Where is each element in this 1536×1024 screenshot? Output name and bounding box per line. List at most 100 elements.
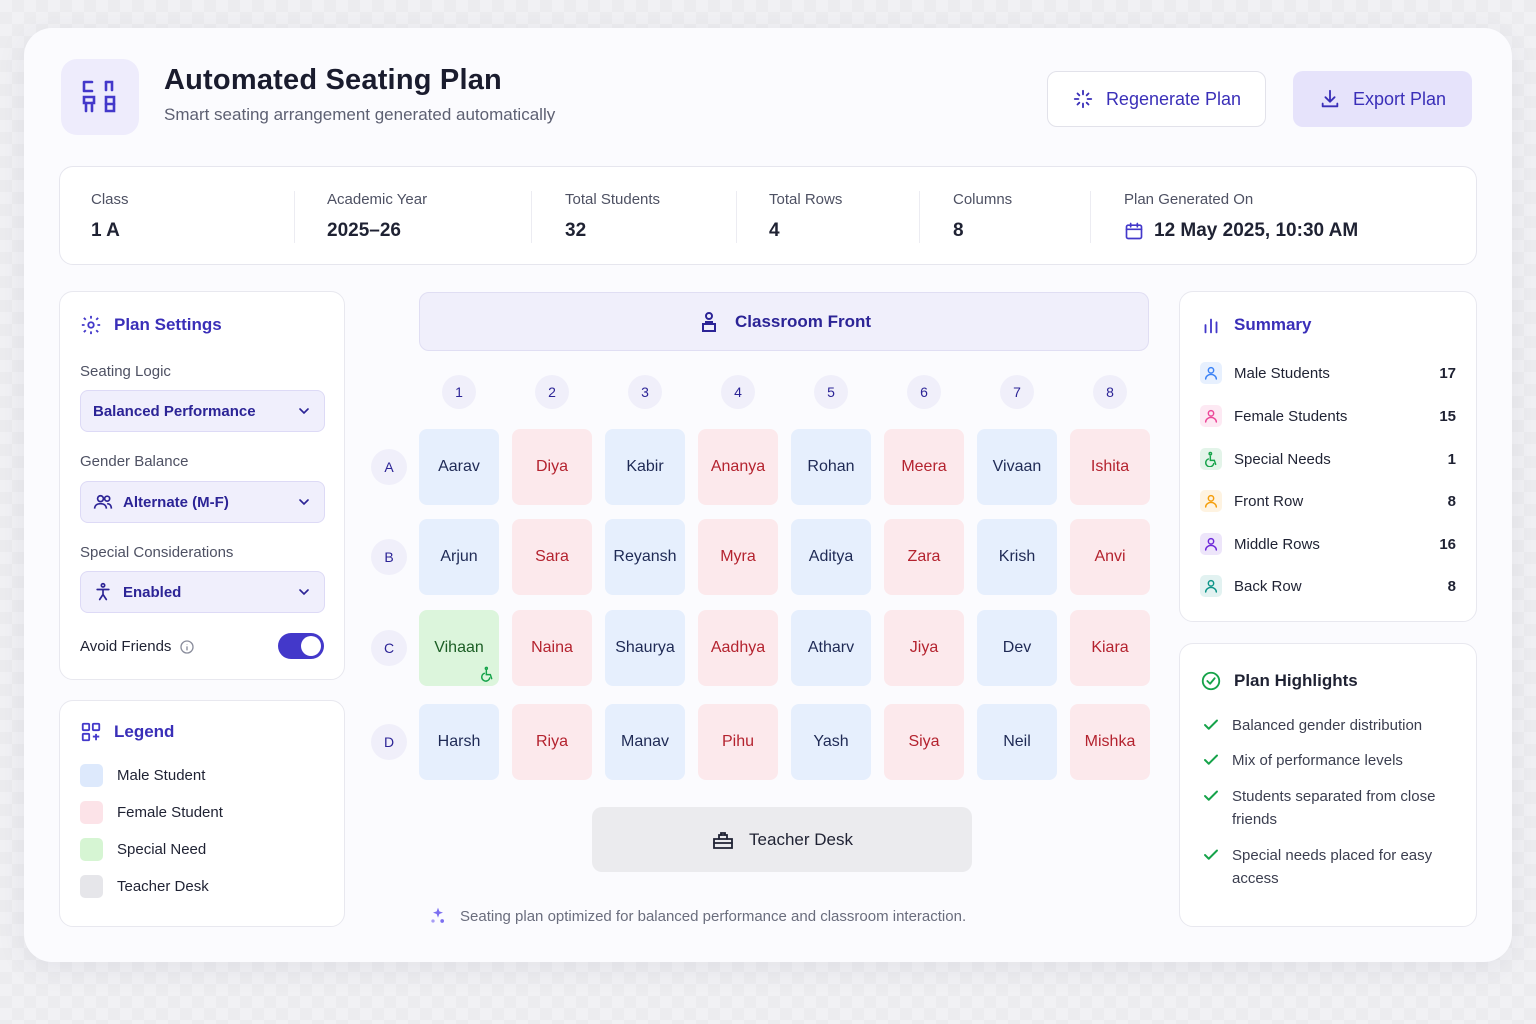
student-name: Zara [907,548,941,565]
divider [531,191,532,243]
info-value: 4 [769,220,780,241]
seat[interactable]: Arjun [419,519,499,595]
student-name: Atharv [807,639,855,656]
seat[interactable]: Sara [512,519,592,595]
summary-item-value: 16 [1439,535,1456,553]
avoid-friends-toggle[interactable] [278,633,324,659]
info-label: Class [91,191,129,208]
highlight-item: Balanced gender distribution [1202,714,1462,737]
seat[interactable]: Zara [884,519,964,595]
seat[interactable]: Siya [884,704,964,780]
student-name: Anvi [1094,548,1126,565]
seat[interactable]: Vihaan [419,610,499,686]
seat[interactable]: Diya [512,429,592,505]
plan-highlights-label: Plan Highlights [1234,671,1358,690]
row-letter: A [371,449,407,485]
seat[interactable]: Myra [698,519,778,595]
summary-item-value: 8 [1447,492,1456,510]
summary-item: Back Row 8 [1200,575,1456,597]
desk-icon [713,831,733,849]
summary-item-label: Back Row [1234,577,1302,595]
seat[interactable]: Jiya [884,610,964,686]
student-name: Reyansh [613,548,677,565]
legend-item-teacher-desk: Teacher Desk [80,875,209,898]
legend-panel: Legend Male Student Female Student Speci… [59,700,345,927]
gender-balance-select[interactable]: Alternate (M-F) [80,481,325,523]
classroom-front-label: Classroom Front [734,311,872,331]
info-value: 2025–26 [327,220,401,241]
seat[interactable]: Aditya [791,519,871,595]
student-name: Naina [531,639,573,656]
seat[interactable]: Aarav [419,429,499,505]
seat[interactable]: Pihu [698,704,778,780]
gear-icon [81,315,101,335]
seat[interactable]: Rohan [791,429,871,505]
divider [736,191,737,243]
seating-logic-select[interactable]: Balanced Performance [80,390,325,432]
student-name: Vivaan [992,458,1042,475]
seat[interactable]: Reyansh [605,519,685,595]
seat[interactable]: Anvi [1070,519,1150,595]
seat[interactable]: Ananya [698,429,778,505]
seat[interactable]: Kiara [1070,610,1150,686]
special-considerations-select[interactable]: Enabled [80,571,325,613]
summary-title: Summary [1200,314,1311,336]
student-name: Ishita [1090,458,1130,475]
highlight-text: Balanced gender distribution [1232,717,1423,734]
seat[interactable]: Yash [791,704,871,780]
student-name: Aadhya [710,639,766,656]
user-icon [1200,405,1222,427]
summary-item: Front Row 8 [1200,490,1456,512]
users-icon [93,494,113,509]
seat[interactable]: Harsh [419,704,499,780]
seat[interactable]: Shaurya [605,610,685,686]
highlight-text: Special needs placed for easy access [1232,847,1433,887]
seat[interactable]: Meera [884,429,964,505]
seat[interactable]: Krish [977,519,1057,595]
student-name: Yash [813,733,849,750]
avoid-friends-row: Avoid Friends [80,638,195,655]
app-logo [61,59,139,135]
plan-settings-title: Plan Settings [80,314,222,336]
seat[interactable]: Manav [605,704,685,780]
student-name: Dev [1002,639,1032,656]
accessibility-icon [96,582,110,601]
summary-item-value: 15 [1439,407,1456,425]
legend-item-male: Male Student [80,764,205,787]
seat[interactable]: Atharv [791,610,871,686]
summary-label: Summary [1234,315,1312,334]
summary-item: Male Students 17 [1200,362,1456,384]
column-number: 1 [442,375,476,409]
legend-label: Legend [114,722,175,741]
seat[interactable]: Dev [977,610,1057,686]
divider [1090,191,1091,243]
seat[interactable]: Riya [512,704,592,780]
user-icon [1200,490,1222,512]
seat[interactable]: Vivaan [977,429,1057,505]
teacher-desk-label: Teacher Desk [749,829,853,849]
seat[interactable]: Mishka [1070,704,1150,780]
download-icon [1321,89,1339,108]
info-value: 8 [953,220,964,241]
seat[interactable]: Kabir [605,429,685,505]
student-name: Siya [908,733,940,750]
seat[interactable]: Naina [512,610,592,686]
avoid-friends-label: Avoid Friends [80,638,172,655]
highlight-item: Special needs placed for easy access [1202,844,1462,890]
legend-item-label: Female Student [117,804,223,821]
regenerate-plan-label: Regenerate Plan [1105,88,1242,109]
seat[interactable]: Aadhya [698,610,778,686]
summary-item-label: Male Students [1234,364,1330,382]
export-plan-button[interactable]: Export Plan [1293,71,1472,127]
teacher-icon [701,311,716,332]
summary-panel: Summary Male Students 17 Female Students 15… [1179,291,1477,622]
seat[interactable]: Neil [977,704,1057,780]
student-name: Ananya [710,458,766,475]
check-icon [1204,754,1218,765]
summary-item-label: Middle Rows [1234,535,1320,553]
regenerate-plan-button[interactable]: Regenerate Plan [1047,71,1266,127]
student-name: Rohan [807,458,855,475]
seating-logic-label: Seating Logic [80,363,171,380]
seat[interactable]: Ishita [1070,429,1150,505]
user-icon [1200,533,1222,555]
